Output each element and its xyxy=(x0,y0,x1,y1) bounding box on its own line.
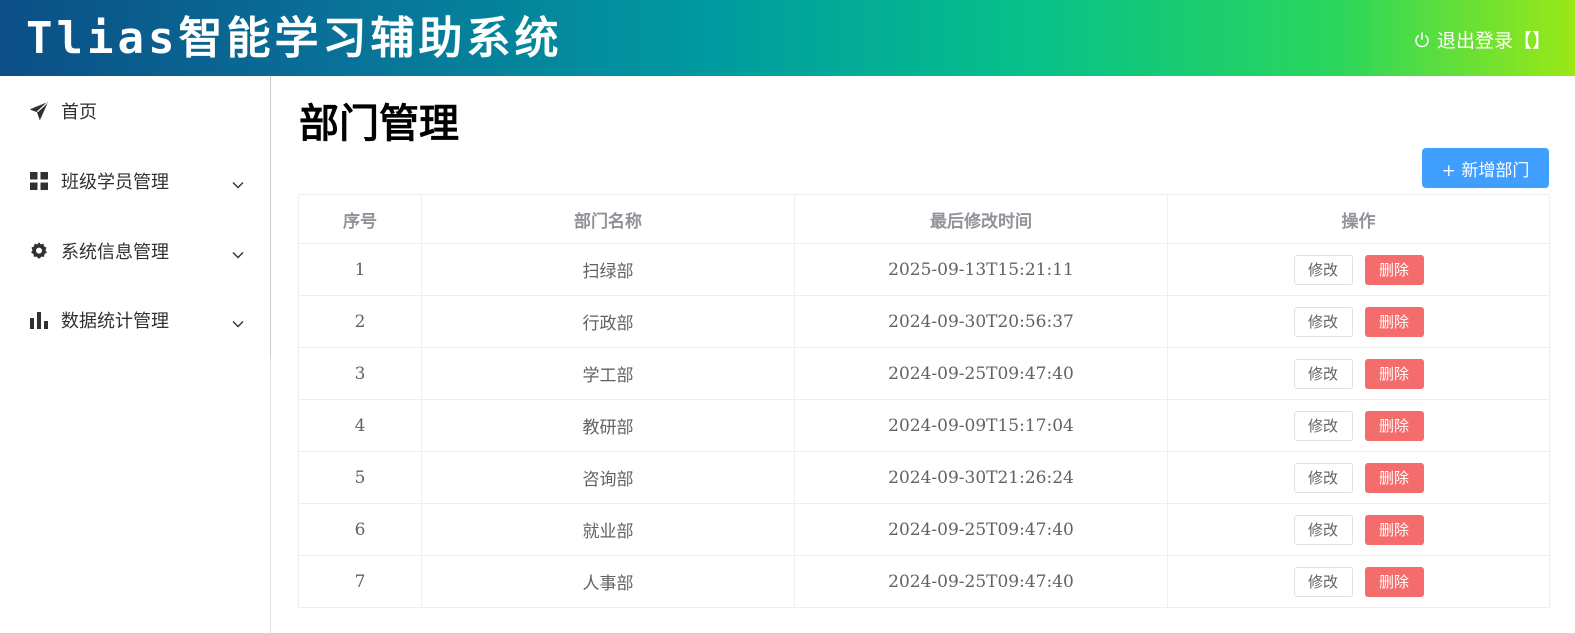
logout-button[interactable]: 退出登录【】 xyxy=(1413,26,1551,53)
edit-button[interactable]: 修改 xyxy=(1293,566,1353,597)
delete-button[interactable]: 删除 xyxy=(1364,358,1424,389)
edit-button[interactable]: 修改 xyxy=(1293,306,1353,337)
cell-name: 人事部 xyxy=(421,555,795,608)
cell-actions: 修改 删除 xyxy=(1167,555,1550,608)
sidebar-item-statistics[interactable]: 数据统计管理 xyxy=(0,292,270,348)
cell-index: 6 xyxy=(298,503,422,556)
cell-name: 扫绿部 xyxy=(421,243,795,296)
cell-actions: 修改 删除 xyxy=(1167,399,1550,452)
table-row: 4 教研部 2024-09-09T15:17:04 修改 删除 xyxy=(298,399,1550,452)
cell-actions: 修改 删除 xyxy=(1167,295,1550,348)
cell-index: 1 xyxy=(298,243,422,296)
table-row: 1 扫绿部 2025-09-13T15:21:11 修改 删除 xyxy=(298,243,1550,296)
delete-button[interactable]: 删除 xyxy=(1364,566,1424,597)
page-title: 部门管理 xyxy=(299,100,459,147)
sidebar-item-label: 班级学员管理 xyxy=(61,172,169,193)
edit-button[interactable]: 修改 xyxy=(1293,514,1353,545)
paper-plane-icon xyxy=(28,100,50,122)
delete-button[interactable]: 删除 xyxy=(1364,306,1424,337)
delete-button[interactable]: 删除 xyxy=(1364,462,1424,493)
column-header-name: 部门名称 xyxy=(421,194,795,244)
cell-name: 教研部 xyxy=(421,399,795,452)
cell-name: 行政部 xyxy=(421,295,795,348)
cell-actions: 修改 删除 xyxy=(1167,451,1550,504)
app-header: Tlias智能学习辅助系统 退出登录【】 xyxy=(0,0,1575,76)
chevron-down-icon[interactable] xyxy=(232,175,244,196)
table-row: 5 咨询部 2024-09-30T21:26:24 修改 删除 xyxy=(298,451,1550,504)
sidebar-item-home[interactable]: 首页 xyxy=(0,83,270,139)
table-header-row: 序号 部门名称 最后修改时间 操作 xyxy=(298,194,1550,244)
cell-updated: 2024-09-30T20:56:37 xyxy=(794,295,1168,348)
edit-button[interactable]: 修改 xyxy=(1293,254,1353,285)
column-header-actions: 操作 xyxy=(1167,194,1550,244)
cell-name: 就业部 xyxy=(421,503,795,556)
edit-button[interactable]: 修改 xyxy=(1293,410,1353,441)
sidebar-divider xyxy=(270,76,271,356)
sidebar-item-system-info[interactable]: 系统信息管理 xyxy=(0,223,270,279)
cell-updated: 2025-09-13T15:21:11 xyxy=(794,243,1168,296)
edit-button[interactable]: 修改 xyxy=(1293,462,1353,493)
grid-icon xyxy=(28,170,50,192)
app-title: Tlias智能学习辅助系统 xyxy=(26,13,563,64)
cell-actions: 修改 删除 xyxy=(1167,347,1550,400)
bar-chart-icon xyxy=(28,309,50,331)
department-table: 序号 部门名称 最后修改时间 操作 1 扫绿部 2025-09-13T15:21… xyxy=(298,194,1550,608)
cell-index: 5 xyxy=(298,451,422,504)
chevron-down-icon[interactable] xyxy=(232,245,244,266)
table-row: 3 学工部 2024-09-25T09:47:40 修改 删除 xyxy=(298,347,1550,400)
cell-updated: 2024-09-25T09:47:40 xyxy=(794,347,1168,400)
cell-index: 4 xyxy=(298,399,422,452)
cell-name: 咨询部 xyxy=(421,451,795,504)
column-header-updated: 最后修改时间 xyxy=(794,194,1168,244)
logout-label: 退出登录【】 xyxy=(1436,30,1551,52)
delete-button[interactable]: 删除 xyxy=(1364,410,1424,441)
cell-updated: 2024-09-25T09:47:40 xyxy=(794,503,1168,556)
cell-name: 学工部 xyxy=(421,347,795,400)
add-department-button[interactable]: + 新增部门 xyxy=(1422,148,1549,188)
table-row: 6 就业部 2024-09-25T09:47:40 修改 删除 xyxy=(298,503,1550,556)
table-row: 7 人事部 2024-09-25T09:47:40 修改 删除 xyxy=(298,555,1550,608)
cell-index: 7 xyxy=(298,555,422,608)
cell-actions: 修改 删除 xyxy=(1167,503,1550,556)
sidebar-item-class-students[interactable]: 班级学员管理 xyxy=(0,153,270,209)
sidebar-item-label: 首页 xyxy=(61,102,97,123)
table-row: 2 行政部 2024-09-30T20:56:37 修改 删除 xyxy=(298,295,1550,348)
cell-actions: 修改 删除 xyxy=(1167,243,1550,296)
cell-updated: 2024-09-25T09:47:40 xyxy=(794,555,1168,608)
cell-index: 2 xyxy=(298,295,422,348)
power-icon xyxy=(1415,31,1429,47)
edit-button[interactable]: 修改 xyxy=(1293,358,1353,389)
column-header-index: 序号 xyxy=(298,194,422,244)
cell-updated: 2024-09-09T15:17:04 xyxy=(794,399,1168,452)
sidebar: 首页 班级学员管理 系统信息管理 数据统计管理 xyxy=(0,76,271,633)
sidebar-item-label: 系统信息管理 xyxy=(61,242,169,263)
sidebar-item-label: 数据统计管理 xyxy=(61,311,169,332)
gear-icon xyxy=(28,240,50,262)
delete-button[interactable]: 删除 xyxy=(1364,254,1424,285)
delete-button[interactable]: 删除 xyxy=(1364,514,1424,545)
cell-index: 3 xyxy=(298,347,422,400)
chevron-down-icon[interactable] xyxy=(232,314,244,335)
cell-updated: 2024-09-30T21:26:24 xyxy=(794,451,1168,504)
